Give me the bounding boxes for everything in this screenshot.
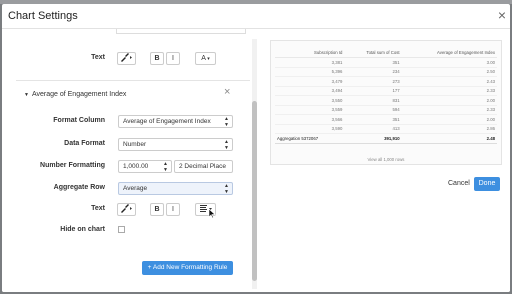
text-color-button[interactable] (117, 203, 136, 216)
table-cell: 3,381 (275, 57, 345, 68)
add-formatting-rule-button[interactable]: + Add New Formatting Rule (142, 261, 233, 275)
aggregate-row-value: Average (123, 185, 148, 192)
formatting-panel: Text B I A ▾ ▼ Average of Engagement Inde… (2, 29, 260, 292)
preview-panel: Subscription Id Total sum of Cost Averag… (260, 29, 510, 292)
aggregate-label: Aggregation 5372067 (275, 133, 345, 144)
table-row: 3,494 177 2.33 (275, 86, 497, 96)
bold-button[interactable]: B (150, 52, 164, 65)
table-row: 3,590 413 2.86 (275, 124, 497, 134)
chevron-down-icon: ▾ (205, 56, 210, 62)
number-format-select[interactable]: 1,000.00 ▲ ▼ (118, 160, 172, 173)
table-cell: 3,590 (275, 124, 345, 134)
data-format-value: Number (123, 141, 147, 148)
column-header: Subscription Id (275, 47, 345, 58)
number-formatting-label: Number Formatting (40, 162, 105, 169)
section-edge (116, 29, 246, 34)
remove-rule-close-icon[interactable]: × (224, 86, 230, 98)
modal-header: Chart Settings × (2, 4, 510, 29)
decimal-places-value: 2 Decimal Place (179, 163, 226, 170)
table-cell: 3,559 (275, 105, 345, 115)
view-all-rows-link[interactable]: View all 1,000 rows (271, 157, 501, 162)
decimal-places-select[interactable]: 2 Decimal Place (174, 160, 233, 173)
column-header: Average of Engagement Index (401, 47, 497, 58)
number-format-value: 1,000.00 (123, 163, 149, 170)
scrollbar-thumb[interactable] (252, 101, 257, 281)
table-cell: 2.33 (401, 105, 497, 115)
table-cell: 3.00 (401, 57, 497, 68)
table-row: 5,396 234 2.50 (275, 67, 497, 77)
table-cell: 2.43 (401, 76, 497, 87)
text-label: Text (91, 205, 105, 212)
aggregate-row-label: Aggregate Row (53, 184, 105, 191)
table-cell: 3,494 (275, 86, 345, 96)
table-cell: 3,479 (275, 76, 345, 87)
format-section-header[interactable]: ▼ Average of Engagement Index (24, 91, 126, 98)
select-arrows-icon: ▲ ▼ (224, 139, 229, 151)
table-cell: 2.50 (401, 67, 497, 77)
table-cell: 5,396 (275, 67, 345, 77)
table-cell: 2.86 (401, 124, 497, 134)
table-row: 3,566 351 2.00 (275, 114, 497, 125)
close-icon[interactable]: × (498, 8, 506, 22)
format-column-label: Format Column (53, 117, 105, 124)
aggregate-row: Aggregation 5372067 391,910 2.48 (275, 133, 497, 144)
hide-on-chart-label: Hide on chart (60, 226, 105, 233)
table-row: 3,479 273 2.43 (275, 76, 497, 87)
mouse-cursor-icon (208, 209, 216, 219)
table-row: 3,559 594 2.33 (275, 105, 497, 115)
table-cell: 2.00 (401, 114, 497, 125)
table-cell: 594 (344, 105, 402, 115)
font-size-button[interactable]: A ▾ (195, 52, 216, 65)
format-column-value: Average of Engagement Index (123, 118, 211, 125)
aggregate-engagement: 2.48 (401, 133, 497, 144)
table-header-row: Subscription Id Total sum of Cost Averag… (275, 47, 497, 58)
table-cell: 413 (344, 124, 402, 134)
table-row: 3,381 351 3.00 (275, 57, 497, 68)
italic-button[interactable]: I (166, 203, 180, 216)
italic-button[interactable]: I (166, 52, 180, 65)
format-section-title: Average of Engagement Index (31, 91, 127, 98)
table-cell: 351 (344, 114, 402, 125)
column-header: Total sum of Cost (344, 47, 402, 58)
aggregate-cost: 391,910 (344, 133, 402, 144)
done-button[interactable]: Done (474, 177, 500, 191)
preview-table-box: Subscription Id Total sum of Cost Averag… (270, 40, 502, 165)
table-cell: 2.33 (401, 86, 497, 96)
cancel-button[interactable]: Cancel (448, 180, 470, 187)
table-cell: 273 (344, 76, 402, 87)
top-text-label: Text (91, 54, 105, 61)
bold-button[interactable]: B (150, 203, 164, 216)
table-cell: 3,550 (275, 95, 345, 106)
hide-on-chart-checkbox[interactable] (118, 226, 125, 233)
paintbrush-icon (121, 204, 132, 213)
table-cell: 234 (344, 67, 402, 77)
select-arrows-icon: ▲ ▼ (224, 116, 229, 128)
aggregate-row-select[interactable]: Average ▲ ▼ (118, 182, 233, 195)
table-row: 3,550 831 2.00 (275, 95, 497, 106)
modal-title: Chart Settings (8, 10, 78, 22)
data-format-select[interactable]: Number ▲ ▼ (118, 138, 233, 151)
select-arrows-icon: ▲ ▼ (163, 161, 168, 173)
table-cell: 177 (344, 86, 402, 96)
format-column-select[interactable]: Average of Engagement Index ▲ ▼ (118, 115, 233, 128)
select-arrows-icon: ▲ ▼ (224, 183, 229, 195)
chart-settings-modal: Chart Settings × Text B I A ▾ ▼ Average o… (2, 4, 510, 292)
preview-table: Subscription Id Total sum of Cost Averag… (275, 47, 497, 144)
table-cell: 831 (344, 95, 402, 106)
caret-down-icon: ▼ (24, 92, 29, 98)
table-cell: 3,566 (275, 114, 345, 125)
text-color-button[interactable] (117, 52, 136, 65)
table-cell: 2.00 (401, 95, 497, 106)
table-cell: 351 (344, 57, 402, 68)
data-format-label: Data Format (64, 140, 105, 147)
paintbrush-icon (121, 53, 132, 62)
